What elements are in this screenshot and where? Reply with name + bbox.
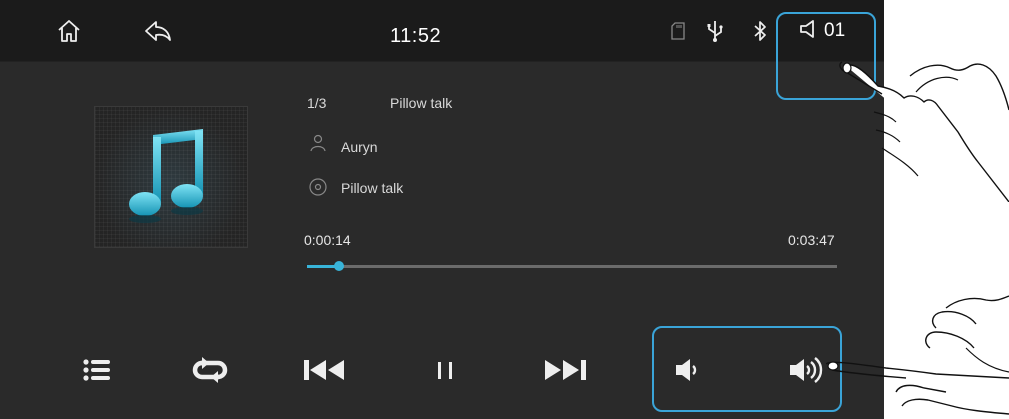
sd-card-icon (668, 0, 688, 62)
next-button[interactable] (540, 342, 592, 398)
home-icon[interactable] (52, 0, 86, 62)
album-art (94, 106, 248, 248)
track-index: 1/3 (307, 95, 327, 111)
track-title: Pillow talk (390, 95, 453, 111)
pause-button[interactable] (430, 342, 460, 398)
repeat-button[interactable] (188, 342, 232, 398)
person-icon (310, 134, 326, 155)
clock: 11:52 (390, 25, 442, 47)
elapsed-time: 0:00:14 (304, 232, 351, 248)
track-artist: Auryn (341, 139, 378, 155)
track-album: Pillow talk (341, 180, 404, 196)
progress-handle[interactable] (333, 261, 344, 271)
status-bar: 11:52 01 (0, 0, 884, 62)
progress-bar[interactable] (307, 261, 837, 271)
back-icon[interactable] (140, 0, 176, 62)
pause-icon (438, 362, 452, 379)
duration-time: 0:03:47 (788, 232, 835, 248)
previous-button[interactable] (300, 342, 348, 398)
repeat-icon (192, 357, 228, 383)
next-icon (545, 360, 586, 380)
usb-icon (704, 0, 726, 62)
disc-icon (309, 178, 327, 199)
playlist-button[interactable] (80, 342, 114, 398)
previous-icon (304, 360, 344, 380)
music-note-icon (129, 129, 203, 223)
pointing-hand-bottom (826, 295, 1009, 415)
volume-buttons-highlight (652, 326, 842, 412)
playlist-icon (83, 359, 110, 381)
bluetooth-icon (750, 0, 770, 62)
pointing-hand-top (839, 61, 1009, 202)
